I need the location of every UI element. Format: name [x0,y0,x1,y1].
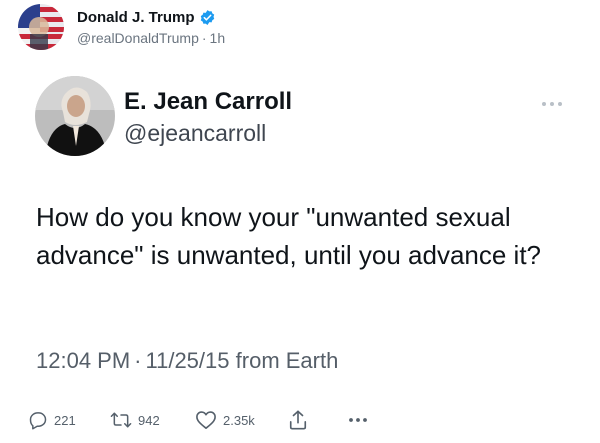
quoted-tweet-time: 12:04 PM [36,348,131,373]
quoted-tweet-text: How do you know your "unwanted sexual ad… [36,202,542,270]
share-icon [288,409,308,431]
like-button[interactable]: 2.35k [195,407,255,433]
quoted-avatar [35,76,115,156]
meta-separator: · [134,348,142,373]
retweet-button[interactable]: 942 [110,407,160,433]
post-header: Donald J. Trump @realDonaldTrump · 1h [18,4,225,50]
author-name[interactable]: Donald J. Trump [77,9,195,26]
avatar[interactable] [18,4,64,50]
heart-icon [195,410,217,430]
more-button[interactable] [348,407,368,433]
retweet-icon [110,410,132,430]
action-bar: 221 942 2.35k [28,407,588,433]
share-button[interactable] [288,407,308,433]
post-meta: @realDonaldTrump · 1h [77,30,225,46]
meta-separator: · [201,29,207,46]
more-dots-icon [540,96,564,106]
verified-badge-icon [199,9,216,26]
quoted-tweet-source: from Earth [235,348,339,373]
retweet-count: 942 [138,412,160,428]
reply-count: 221 [54,412,76,428]
post-time[interactable]: 1h [210,30,226,46]
reply-button[interactable]: 221 [28,407,76,433]
reply-icon [28,410,48,430]
more-dots-icon [348,416,368,424]
quoted-author-handle: @ejeancarroll [124,120,267,146]
quoted-tweet-meta: 12:04 PM · 11/25/15 from Earth [36,348,338,374]
like-count: 2.35k [223,412,255,428]
quoted-tweet-date: 11/25/15 [145,348,230,373]
author-handle[interactable]: @realDonaldTrump [77,30,199,46]
quoted-author-name: E. Jean Carroll [124,88,293,115]
